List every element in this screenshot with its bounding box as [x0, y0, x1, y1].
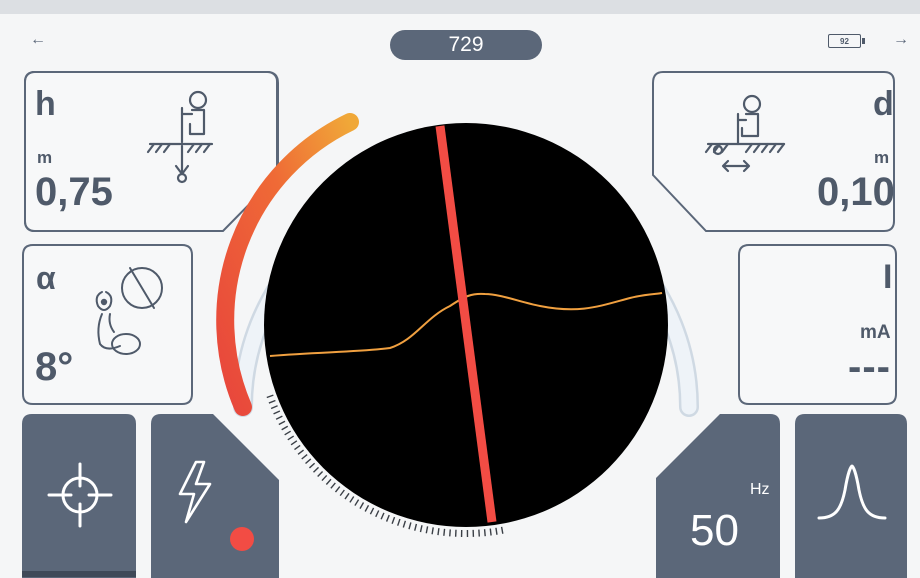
gauge-tick	[268, 399, 276, 404]
sonde-tilt-icon	[95, 267, 163, 355]
gauge-tick	[500, 526, 504, 534]
gauge-tick	[402, 520, 407, 528]
gauge-tick	[321, 474, 328, 482]
gauge-tick	[317, 470, 324, 477]
gauge-tick	[325, 478, 332, 485]
gauge-tick	[297, 449, 305, 455]
header-value-pill: 729	[390, 30, 542, 60]
gauge-tick	[344, 492, 350, 500]
gauge-tick	[443, 528, 446, 536]
current-unit: mA	[860, 322, 891, 343]
gauge-tick	[359, 502, 365, 509]
gauge-tick	[301, 454, 308, 460]
angle-symbol: α	[36, 260, 56, 296]
gauge-tick	[437, 528, 440, 536]
gauge-tick	[449, 529, 451, 537]
gauge-tick	[270, 405, 278, 410]
peak-mode-icon	[817, 464, 887, 520]
gauge-tick	[281, 425, 289, 431]
gauge-tick	[369, 507, 375, 515]
gauge-tick	[380, 512, 385, 520]
gauge-tick	[397, 518, 401, 526]
gauge-tick	[349, 496, 355, 503]
offset-value: 0,10	[817, 170, 895, 214]
frequency-unit: Hz	[750, 481, 770, 498]
power-status-dot	[230, 527, 254, 551]
gauge-tick	[489, 528, 492, 536]
gauge-tick	[414, 523, 418, 531]
gauge-tick	[354, 499, 360, 506]
gauge-tick	[266, 394, 274, 399]
battery-level: 92	[840, 36, 849, 46]
gauge-tick	[385, 514, 390, 522]
gauge-tick	[425, 526, 429, 534]
gauge-tick	[364, 504, 370, 512]
current-value: ---	[848, 345, 891, 389]
forward-arrow-icon[interactable]: →	[893, 31, 909, 49]
depth-value: 0,75	[35, 170, 113, 214]
gauge-tick	[294, 444, 301, 451]
gauge-tick	[334, 486, 341, 493]
gauge-tick	[287, 435, 295, 441]
lightning-icon	[178, 460, 212, 524]
gauge-tick	[408, 522, 412, 530]
crosshair-icon	[47, 462, 113, 528]
gauge-tick	[313, 466, 320, 473]
angle-value: 8°	[35, 345, 74, 389]
offset-unit: m	[874, 148, 890, 167]
gauge-tick	[431, 527, 434, 535]
top-status-strip	[0, 0, 920, 14]
gauge-tick	[495, 527, 498, 535]
back-arrow-icon[interactable]: ←	[30, 31, 46, 49]
gauge-tick	[375, 510, 380, 518]
battery-icon: 92	[828, 34, 861, 48]
offset-symbol: d	[873, 85, 894, 123]
gauge-tick	[419, 525, 423, 533]
gauge-tick	[284, 430, 292, 436]
gauge-tick	[391, 516, 396, 524]
battery-tip	[862, 38, 865, 44]
frequency-value: 50	[690, 506, 739, 555]
depth-symbol: h	[35, 85, 56, 123]
gauge-tick	[483, 529, 486, 537]
depth-unit: m	[37, 148, 53, 167]
current-symbol: I	[883, 258, 893, 296]
gauge-tick	[305, 458, 312, 465]
gauge-tick	[308, 462, 316, 469]
gauge-tick	[330, 482, 336, 489]
gauge-tick	[290, 440, 298, 446]
gauge-tick	[339, 489, 345, 497]
